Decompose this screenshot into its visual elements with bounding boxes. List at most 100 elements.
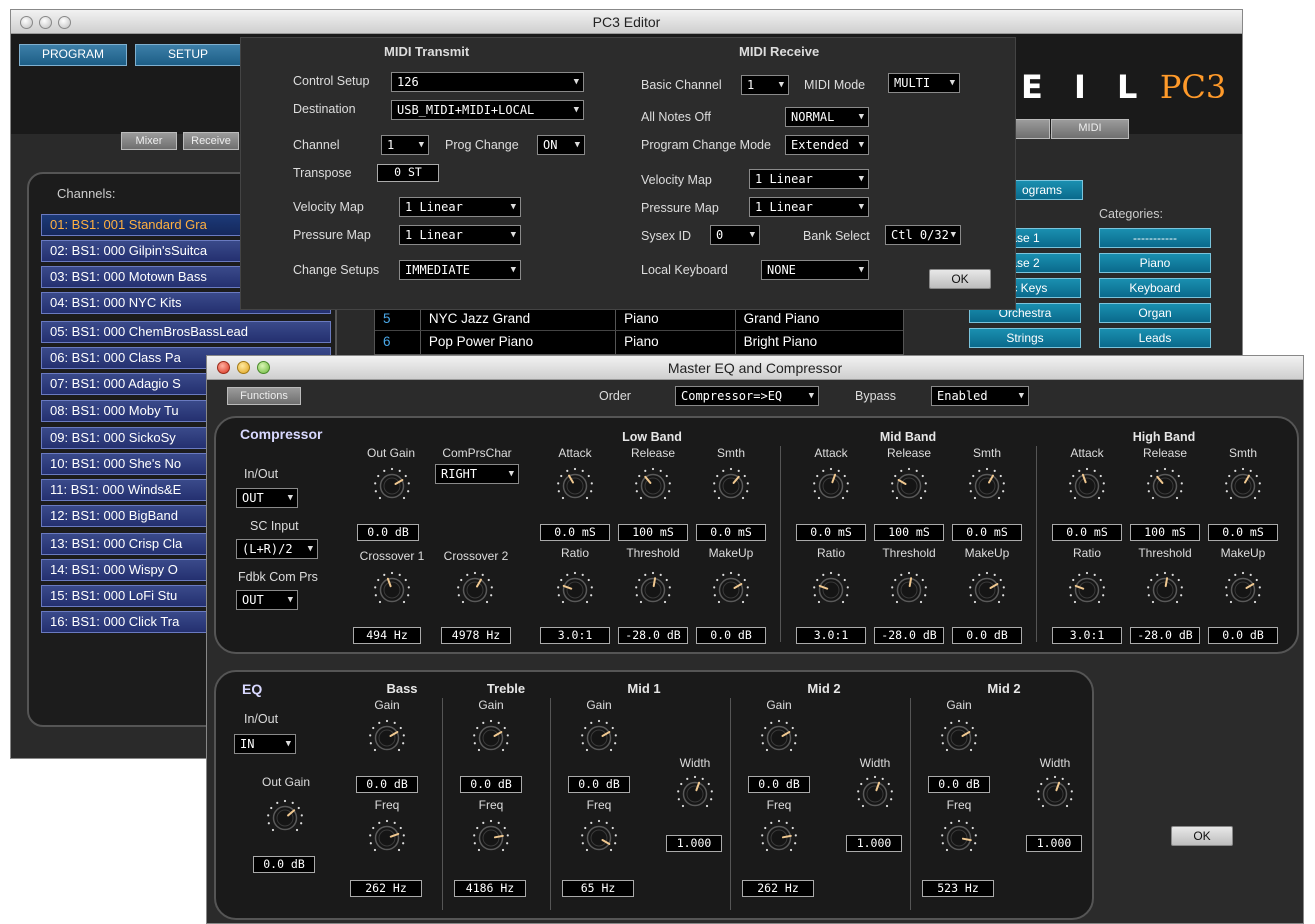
band-release-knob[interactable]	[888, 466, 930, 504]
band-makeup-value[interactable]: 0.0 dB	[1208, 627, 1278, 644]
tab-program[interactable]: PROGRAM	[19, 44, 127, 66]
close-icon[interactable]	[20, 16, 33, 29]
eq-freq-knob[interactable]	[366, 818, 408, 856]
inout-select[interactable]: OUT ▼	[236, 488, 298, 508]
eq-gain-value[interactable]: 0.0 dB	[356, 776, 418, 793]
band-smth-value[interactable]: 0.0 mS	[696, 524, 766, 541]
category-button[interactable]: Leads	[1099, 328, 1211, 348]
band-smth-value[interactable]: 0.0 mS	[952, 524, 1022, 541]
eq-freq-knob[interactable]	[470, 818, 512, 856]
band-ratio-knob[interactable]	[554, 570, 596, 608]
minimize-icon[interactable]	[39, 16, 52, 29]
control-setup-select[interactable]: 126 ▼	[391, 72, 584, 92]
category-button[interactable]: Organ	[1099, 303, 1211, 323]
close-icon[interactable]	[217, 361, 230, 374]
minimize-icon[interactable]	[237, 361, 250, 374]
band-makeup-value[interactable]: 0.0 dB	[696, 627, 766, 644]
midi-ok-button[interactable]: OK	[929, 269, 991, 289]
eq-width-value[interactable]: 1.000	[1026, 835, 1082, 852]
zoom-icon[interactable]	[58, 16, 71, 29]
eq-freq-value[interactable]: 262 Hz	[742, 880, 814, 897]
band-threshold-value[interactable]: -28.0 dB	[618, 627, 688, 644]
category-button[interactable]: Piano	[1099, 253, 1211, 273]
tab-setup[interactable]: SETUP	[135, 44, 241, 66]
band-attack-value[interactable]: 0.0 mS	[1052, 524, 1122, 541]
change-setups-select[interactable]: IMMEDIATE ▼	[399, 260, 521, 280]
band-threshold-knob[interactable]	[1144, 570, 1186, 608]
eq-ok-button[interactable]: OK	[1171, 826, 1233, 846]
all-notes-off-select[interactable]: NORMAL ▼	[785, 107, 869, 127]
eq-gain-knob[interactable]	[938, 718, 980, 756]
eq-width-value[interactable]: 1.000	[666, 835, 722, 852]
category-button[interactable]: -----------	[1099, 228, 1211, 248]
receive-button[interactable]: Receive	[183, 132, 239, 150]
eq-gain-knob[interactable]	[366, 718, 408, 756]
tx-velocity-select[interactable]: 1 Linear ▼	[399, 197, 521, 217]
transpose-value[interactable]: 0 ST	[377, 164, 439, 182]
band-release-value[interactable]: 100 mS	[1130, 524, 1200, 541]
eq-gain-value[interactable]: 0.0 dB	[568, 776, 630, 793]
eq-gain-value[interactable]: 0.0 dB	[928, 776, 990, 793]
program-row[interactable]: 6 Pop Power Piano Piano Bright Piano	[375, 331, 903, 354]
crossover2-value[interactable]: 4978 Hz	[441, 627, 511, 644]
band-attack-knob[interactable]	[554, 466, 596, 504]
band-smth-knob[interactable]	[1222, 466, 1264, 504]
eq-freq-knob[interactable]	[578, 818, 620, 856]
program-bank-button[interactable]: Strings	[969, 328, 1081, 348]
bypass-select[interactable]: Enabled ▼	[931, 386, 1029, 406]
zoom-icon[interactable]	[257, 361, 270, 374]
local-keyboard-select[interactable]: NONE ▼	[761, 260, 869, 280]
band-threshold-knob[interactable]	[888, 570, 930, 608]
bank-select-select[interactable]: Ctl 0/32 ▼	[885, 225, 961, 245]
band-makeup-knob[interactable]	[710, 570, 752, 608]
band-makeup-knob[interactable]	[1222, 570, 1264, 608]
band-makeup-knob[interactable]	[966, 570, 1008, 608]
eq-freq-value[interactable]: 4186 Hz	[454, 880, 526, 897]
band-release-value[interactable]: 100 mS	[618, 524, 688, 541]
band-attack-knob[interactable]	[810, 466, 852, 504]
channel-item[interactable]: 05: BS1: 000 ChemBrosBassLead	[41, 321, 331, 343]
destination-select[interactable]: USB_MIDI+MIDI+LOCAL ▼	[391, 100, 584, 120]
eq-width-knob[interactable]	[1034, 774, 1076, 812]
crossover1-knob[interactable]	[371, 570, 413, 608]
eq-outgain-knob[interactable]	[264, 798, 306, 836]
pcm-select[interactable]: Extended ▼	[785, 135, 869, 155]
sysex-select[interactable]: 0 ▼	[710, 225, 760, 245]
band-smth-knob[interactable]	[966, 466, 1008, 504]
program-row[interactable]: 5 NYC Jazz Grand Piano Grand Piano	[375, 308, 903, 331]
tx-pressure-select[interactable]: 1 Linear ▼	[399, 225, 521, 245]
crossover2-knob[interactable]	[454, 570, 496, 608]
eq-width-knob[interactable]	[854, 774, 896, 812]
tab-blank-button[interactable]	[1014, 119, 1050, 139]
eq-gain-value[interactable]: 0.0 dB	[748, 776, 810, 793]
eq-gain-value[interactable]: 0.0 dB	[460, 776, 522, 793]
eq-freq-value[interactable]: 65 Hz	[562, 880, 634, 897]
eq-outgain-value[interactable]: 0.0 dB	[253, 856, 315, 873]
out-gain-value[interactable]: 0.0 dB	[357, 524, 419, 541]
band-attack-value[interactable]: 0.0 mS	[540, 524, 610, 541]
out-gain-knob[interactable]	[371, 466, 413, 504]
band-threshold-knob[interactable]	[632, 570, 674, 608]
band-threshold-value[interactable]: -28.0 dB	[874, 627, 944, 644]
band-smth-knob[interactable]	[710, 466, 752, 504]
eq-gain-knob[interactable]	[758, 718, 800, 756]
mixer-button[interactable]: Mixer	[121, 132, 177, 150]
eq-freq-knob[interactable]	[938, 818, 980, 856]
band-ratio-value[interactable]: 3.0:1	[540, 627, 610, 644]
band-smth-value[interactable]: 0.0 mS	[1208, 524, 1278, 541]
eq-inout-select[interactable]: IN ▼	[234, 734, 296, 754]
sc-input-select[interactable]: (L+R)/2 ▼	[236, 539, 318, 559]
crossover1-value[interactable]: 494 Hz	[353, 627, 421, 644]
eq-freq-knob[interactable]	[758, 818, 800, 856]
band-release-knob[interactable]	[1144, 466, 1186, 504]
midi-button[interactable]: MIDI	[1051, 119, 1129, 139]
eq-width-value[interactable]: 1.000	[846, 835, 902, 852]
band-ratio-value[interactable]: 3.0:1	[796, 627, 866, 644]
band-threshold-value[interactable]: -28.0 dB	[1130, 627, 1200, 644]
fdbk-select[interactable]: OUT ▼	[236, 590, 298, 610]
band-attack-knob[interactable]	[1066, 466, 1108, 504]
comprschar-select[interactable]: RIGHT ▼	[435, 464, 519, 484]
eq-width-knob[interactable]	[674, 774, 716, 812]
band-makeup-value[interactable]: 0.0 dB	[952, 627, 1022, 644]
band-release-knob[interactable]	[632, 466, 674, 504]
